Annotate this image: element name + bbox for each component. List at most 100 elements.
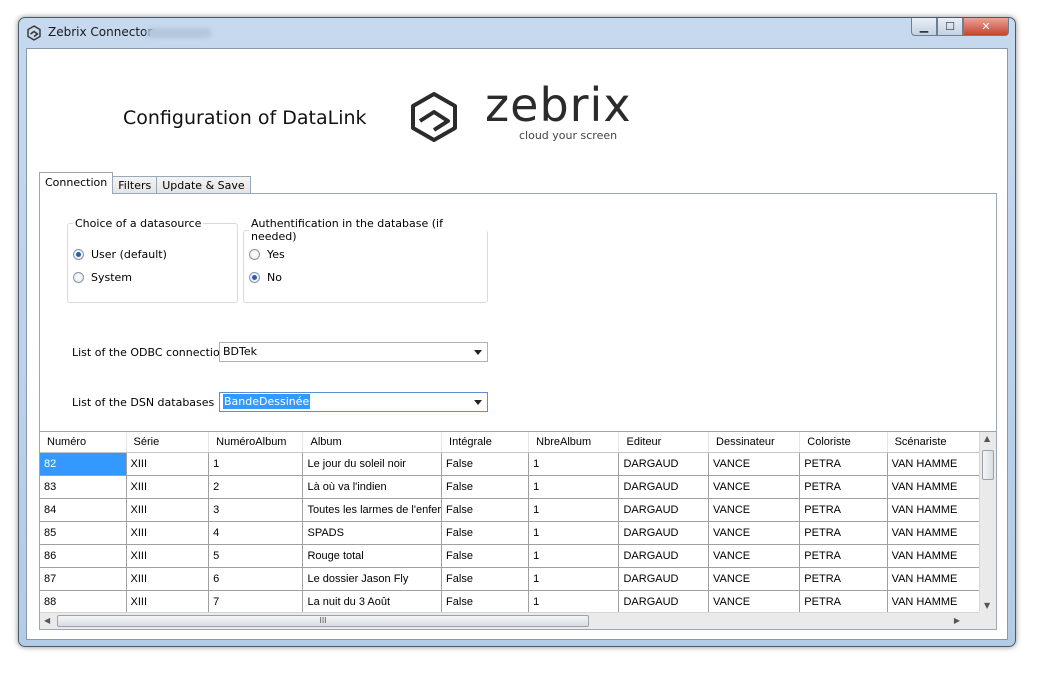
data-grid[interactable]: Numéro Série NuméroAlbum Album Intégrale Nbre… [39,431,997,630]
table-row[interactable]: 84 XIII 3 Toutes les larmes de l'enfer False… [40,498,980,522]
column-header[interactable]: Scénariste [887,432,980,453]
scroll-up-icon[interactable]: ▲ [984,434,990,443]
table-cell[interactable]: XIII [126,544,210,568]
table-cell[interactable]: Le jour du soleil noir [302,452,443,476]
title-bar[interactable]: Zebrix Connector ▁ ☐ ✕ [19,18,1015,48]
table-cell[interactable]: 88 [40,590,127,612]
vertical-scroll-thumb[interactable] [982,450,994,480]
table-cell[interactable]: VAN HAMME [887,521,980,545]
table-cell[interactable]: PETRA [799,521,888,545]
horizontal-scrollbar[interactable]: ◀ III ▶ [40,612,980,629]
table-cell[interactable]: PETRA [799,452,888,476]
table-cell[interactable]: VAN HAMME [887,452,980,476]
table-cell[interactable]: False [441,590,530,612]
radio-unchecked-icon[interactable] [73,272,84,283]
table-cell[interactable]: SPADS [302,521,443,545]
table-cell[interactable]: VANCE [708,567,801,591]
table-cell[interactable]: VANCE [708,521,801,545]
vertical-scrollbar[interactable]: ▲ ▼ [979,432,996,612]
table-cell[interactable]: PETRA [799,590,888,612]
table-cell[interactable]: PETRA [799,544,888,568]
table-cell[interactable]: 1 [528,452,620,476]
table-cell[interactable]: XIII [126,567,210,591]
column-header[interactable]: Intégrale [441,432,530,453]
tab-update-save[interactable]: Update & Save [156,176,251,194]
table-cell[interactable]: False [441,544,530,568]
table-cell[interactable]: 83 [40,475,127,499]
tab-connection[interactable]: Connection [39,172,114,194]
horizontal-scroll-thumb[interactable]: III [57,615,589,627]
table-cell[interactable]: 2 [208,475,304,499]
table-cell[interactable]: VAN HAMME [887,544,980,568]
table-cell[interactable]: VANCE [708,544,801,568]
table-cell[interactable]: PETRA [799,567,888,591]
radio-user-default[interactable]: User (default) [73,248,167,261]
table-cell[interactable]: PETRA [799,475,888,499]
table-cell[interactable]: 1 [528,567,620,591]
table-cell[interactable]: VAN HAMME [887,590,980,612]
table-cell[interactable]: VAN HAMME [887,498,980,522]
table-row[interactable]: 85 XIII 4 SPADS False 1 DARGAUD VANCE PETRA VAN H… [40,521,980,545]
table-cell[interactable]: Le dossier Jason Fly [302,567,443,591]
table-cell[interactable]: Là où va l'indien [302,475,443,499]
table-row[interactable]: 82 XIII 1 Le jour du soleil noir False 1 DARGA… [40,452,980,476]
table-cell[interactable]: XIII [126,590,210,612]
table-cell[interactable]: 4 [208,521,304,545]
table-cell[interactable]: VANCE [708,590,801,612]
table-cell[interactable]: 1 [208,452,304,476]
table-cell[interactable]: False [441,498,530,522]
table-cell[interactable]: False [441,475,530,499]
table-cell[interactable]: 3 [208,498,304,522]
maximize-button[interactable]: ☐ [937,18,963,36]
table-cell[interactable]: 1 [528,590,620,612]
table-cell[interactable]: 6 [208,567,304,591]
column-header[interactable]: NbreAlbum [528,432,620,453]
table-cell[interactable]: 7 [208,590,304,612]
table-row[interactable]: 88 XIII 7 La nuit du 3 Août False 1 DARGAUD VAN… [40,590,980,612]
scroll-left-icon[interactable]: ◀ [44,616,50,625]
table-cell[interactable]: False [441,567,530,591]
table-cell[interactable]: DARGAUD [618,475,710,499]
table-cell[interactable]: VAN HAMME [887,567,980,591]
radio-system[interactable]: System [73,271,132,284]
radio-auth-no[interactable]: No [249,271,282,284]
table-row[interactable]: 86 XIII 5 Rouge total False 1 DARGAUD VANCE PETR… [40,544,980,568]
table-cell[interactable]: 1 [528,498,620,522]
table-cell[interactable]: VANCE [708,452,801,476]
table-cell[interactable]: 1 [528,544,620,568]
table-cell[interactable]: XIII [126,452,210,476]
table-cell[interactable]: DARGAUD [618,521,710,545]
table-cell[interactable]: XIII [126,521,210,545]
table-cell[interactable]: VANCE [708,498,801,522]
table-cell[interactable]: False [441,452,530,476]
column-header[interactable]: Album [302,432,443,453]
table-cell[interactable]: XIII [126,475,210,499]
tab-filters[interactable]: Filters [112,176,158,194]
table-cell[interactable]: DARGAUD [618,498,710,522]
table-cell[interactable]: DARGAUD [618,590,710,612]
table-cell[interactable]: 1 [528,475,620,499]
table-cell[interactable]: 84 [40,498,127,522]
column-header[interactable]: Numéro [40,432,127,453]
minimize-button[interactable]: ▁ [911,18,937,36]
close-button[interactable]: ✕ [963,18,1009,36]
table-cell[interactable]: VANCE [708,475,801,499]
radio-checked-icon[interactable] [73,249,84,260]
table-cell[interactable]: Rouge total [302,544,443,568]
odbc-select[interactable]: BDTek [219,342,488,362]
table-row[interactable]: 83 XIII 2 Là où va l'indien False 1 DARGAUD VAN… [40,475,980,499]
radio-checked-icon[interactable] [249,272,260,283]
radio-auth-yes[interactable]: Yes [249,248,285,261]
table-cell[interactable]: DARGAUD [618,452,710,476]
table-cell[interactable]: False [441,521,530,545]
table-cell[interactable]: 5 [208,544,304,568]
table-cell[interactable]: Toutes les larmes de l'enfer [302,498,443,522]
table-cell[interactable]: 85 [40,521,127,545]
column-header[interactable]: Série [126,432,210,453]
table-cell[interactable]: La nuit du 3 Août [302,590,443,612]
table-cell[interactable]: DARGAUD [618,567,710,591]
table-cell[interactable]: XIII [126,498,210,522]
column-header[interactable]: Coloriste [799,432,888,453]
scroll-right-icon[interactable]: ▶ [954,616,960,625]
dsn-select[interactable]: BandeDessinée [219,392,488,412]
